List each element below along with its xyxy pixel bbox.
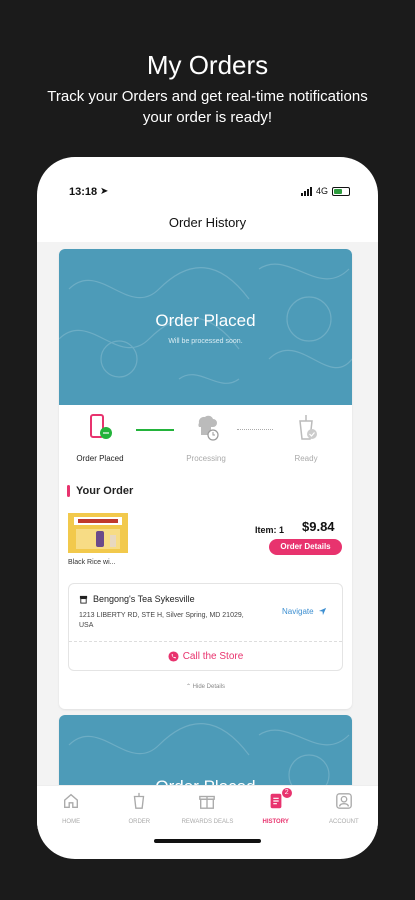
tab-bar: HOME ORDER REWARDS DEALS 2 HISTORY ACCOU…	[37, 785, 378, 829]
step-order-placed: Order Placed	[65, 413, 135, 463]
account-icon	[335, 793, 352, 809]
order-status-banner: Order Placed Will be processed soon.	[59, 249, 352, 405]
order-status-subtitle: Will be processed soon.	[168, 338, 243, 345]
step-ready: Ready	[271, 413, 341, 463]
history-badge: 2	[280, 787, 293, 799]
store-address: 1213 LIBERTY RD, STE H, Silver Spring, M…	[79, 612, 244, 629]
order-status-title: Order Placed	[155, 311, 256, 330]
progress-line-done	[136, 429, 174, 431]
phone-chat-icon	[90, 414, 112, 439]
order-progress: Order Placed Processing Ready	[59, 405, 352, 477]
store-info: Bengong's Tea Sykesville 1213 LIBERTY RD…	[68, 583, 343, 671]
phone-icon	[168, 651, 179, 662]
product-thumbnail	[68, 513, 128, 553]
navigate-button[interactable]: Navigate	[282, 607, 327, 616]
order-list[interactable]: Order Placed Will be processed soon. Ord…	[37, 242, 378, 802]
call-store-button[interactable]: Call the Store	[69, 651, 342, 662]
chevron-up-icon: ⌃	[185, 684, 191, 690]
page-title: Order History	[168, 215, 247, 230]
phone-frame: 13:18 ➤ 4G Order History Order Placed Wi…	[37, 157, 378, 859]
order-details-button[interactable]: Order Details	[269, 539, 342, 555]
store-name: Bengong's Tea Sykesville	[93, 594, 195, 604]
battery-icon	[332, 186, 350, 196]
divider	[69, 641, 342, 642]
cup-check-icon	[299, 415, 317, 440]
cup-icon	[134, 792, 145, 809]
item-count: Item: 1	[255, 525, 285, 535]
home-indicator	[154, 839, 261, 843]
order-total: $9.84	[302, 519, 335, 534]
your-order-heading: Your Order	[67, 485, 133, 497]
navigation-arrow-icon	[318, 607, 326, 616]
product-name: Black Rice wi...	[68, 559, 116, 566]
tab-account[interactable]: ACCOUNT	[313, 786, 375, 829]
signal-icon	[300, 186, 312, 196]
promo-title: My Orders	[146, 50, 269, 80]
hide-details-toggle[interactable]: ⌃ Hide Details	[59, 683, 352, 690]
chef-clock-icon	[198, 415, 219, 441]
promo-subtitle: Track your Orders and get real-time noti…	[47, 88, 368, 126]
step-label: Ready	[294, 454, 318, 463]
location-arrow-icon: ➤	[100, 186, 109, 197]
store-icon	[79, 595, 88, 604]
order-card: Order Placed Will be processed soon. Ord…	[59, 249, 352, 709]
status-bar: 13:18 ➤ 4G	[37, 157, 378, 205]
step-processing: Processing	[171, 413, 241, 463]
tab-rewards-deals[interactable]: REWARDS DEALS	[176, 786, 238, 829]
home-icon	[64, 793, 79, 808]
tab-home[interactable]: HOME	[40, 786, 102, 829]
step-label: Order Placed	[76, 454, 124, 463]
tab-order[interactable]: ORDER	[108, 786, 170, 829]
tab-history[interactable]: 2 HISTORY	[245, 786, 307, 829]
step-label: Processing	[186, 454, 226, 463]
network-label: 4G	[315, 186, 328, 196]
gift-icon	[199, 795, 216, 809]
status-time: 13:18	[69, 186, 98, 198]
progress-line-pending	[237, 429, 273, 430]
